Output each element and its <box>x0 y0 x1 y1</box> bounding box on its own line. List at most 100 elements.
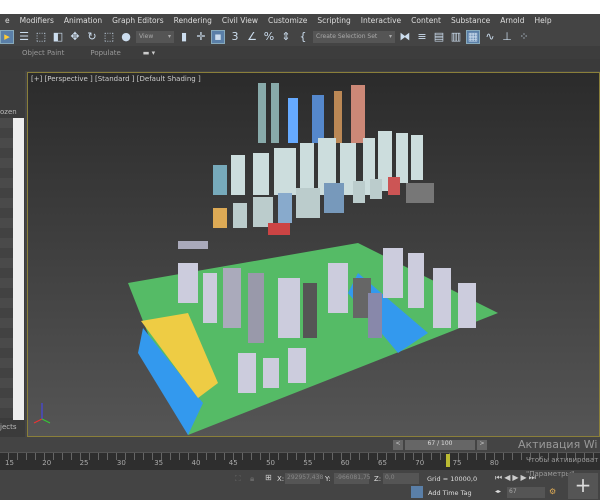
menu-arnold[interactable]: Arnold <box>495 16 529 25</box>
time-slider: < 67 / 100 > Активация Wi <box>0 437 600 452</box>
named-selection-icon[interactable]: { <box>296 30 310 44</box>
scene-explorer-icon[interactable]: ▤ <box>432 30 446 44</box>
frame-tick-label: 30 <box>116 459 126 467</box>
playback-controls: ⏮◀▶▶⏭ <box>495 473 538 483</box>
add-button[interactable]: + <box>568 473 598 499</box>
skyscraper-row-1 <box>258 83 365 143</box>
grid-size: Grid = 10000,0 <box>427 475 478 483</box>
frame-tick-label: 55 <box>303 459 313 467</box>
ribbon-toggle-icon[interactable]: ▦ <box>466 29 480 44</box>
place-icon[interactable]: ● <box>119 30 133 44</box>
frame-tick-label: 80 <box>489 459 499 467</box>
go-to-end-icon[interactable]: ⏭ <box>529 473 538 482</box>
menu-rendering[interactable]: Rendering <box>169 16 217 25</box>
perspective-viewport[interactable]: [+] [Perspective ] [Standard ] [Default … <box>27 72 600 437</box>
track-bar[interactable]: 15 20 25 30 35 40 45 50 55 60 65 70 75 80 Чтобы актив… <box>0 452 600 470</box>
menu-substance[interactable]: Substance <box>446 16 495 25</box>
menu-civil-view[interactable]: Civil View <box>217 16 263 25</box>
time-config-icon[interactable]: ⚙ <box>549 487 556 496</box>
play-icon[interactable]: ▶ <box>512 473 520 482</box>
menu-animation[interactable]: Animation <box>59 16 107 25</box>
ribbon-panel <box>0 59 600 71</box>
window-crossing-icon[interactable]: ◧ <box>51 30 65 44</box>
curve-editor-icon[interactable]: ∿ <box>483 30 497 44</box>
frame-tick-label: 70 <box>415 459 425 467</box>
dope-sheet-icon[interactable]: ⊥ <box>500 30 514 44</box>
time-tag-icon[interactable] <box>411 486 423 498</box>
reference-coord-dropdown[interactable]: View ▾ <box>136 30 174 43</box>
axis-gizmo-icon <box>33 403 51 424</box>
view-label: View <box>139 33 154 40</box>
rect-selection-icon[interactable]: ⬚ <box>34 30 48 44</box>
menu-interactive[interactable]: Interactive <box>356 16 406 25</box>
current-frame-marker[interactable] <box>446 454 450 467</box>
tab-populate[interactable]: Populate <box>90 49 120 57</box>
snap-toggle-icon[interactable]: 3 <box>228 30 242 44</box>
list-scrollbar[interactable] <box>13 118 24 420</box>
select-by-name-icon[interactable]: ☰ <box>17 30 31 44</box>
x-label: X: <box>277 475 285 483</box>
object-list[interactable] <box>0 118 13 418</box>
frame-tick-label: 40 <box>191 459 201 467</box>
spinner-snap-icon[interactable]: ⇕ <box>279 30 293 44</box>
scene-explorer: ozen jects <box>0 71 25 437</box>
align-icon[interactable]: ≡ <box>415 30 429 44</box>
rotate-icon[interactable]: ↻ <box>85 30 99 44</box>
add-time-tag-button[interactable]: Add Time Tag <box>428 489 472 497</box>
selection-set-label: Create Selection Set <box>316 33 378 40</box>
menu-help[interactable]: Help <box>530 16 557 25</box>
frame-tick-label: 50 <box>266 459 276 467</box>
ribbon: Object Paint Populate ▬ ▾ <box>0 46 600 59</box>
layer-explorer-icon[interactable]: ▥ <box>449 30 463 44</box>
frame-tick-label: 25 <box>79 459 89 467</box>
move-icon[interactable]: ✥ <box>68 30 82 44</box>
time-slider-thumb[interactable]: 67 / 100 <box>405 440 475 450</box>
menu-customize[interactable]: Customize <box>263 16 312 25</box>
frame-tick-label: 20 <box>42 459 52 467</box>
tab-object-paint[interactable]: Object Paint <box>22 49 64 57</box>
select-manipulate-icon[interactable]: ✛ <box>194 30 208 44</box>
activation-watermark-line1: Чтобы активироват <box>526 456 599 464</box>
frame-tick-label: 60 <box>340 459 350 467</box>
current-frame-field[interactable]: 67 <box>507 487 545 498</box>
main-toolbar: ▸ ☰ ⬚ ◧ ✥ ↻ ⬚ ● View ▾ ▮ ✛ ▪ 3 ∠ % ⇕ { Cr… <box>0 27 600 46</box>
z-label: Z: <box>374 475 382 483</box>
lock-icon[interactable]: 🔒︎ <box>250 474 254 484</box>
percent-snap-icon[interactable]: % <box>262 30 276 44</box>
key-mode-icon[interactable]: ◂▸ <box>495 488 501 495</box>
schematic-view-icon[interactable]: ⁘ <box>517 30 531 44</box>
menu-item[interactable]: e <box>0 16 15 25</box>
column-header-frozen[interactable]: ozen <box>0 108 17 116</box>
next-key-icon[interactable]: ▶ <box>521 473 529 482</box>
frame-tick-label: 65 <box>378 459 387 467</box>
menu-content[interactable]: Content <box>406 16 446 25</box>
menu-modifiers[interactable]: Modifiers <box>15 16 59 25</box>
status-bar: "Параметры". ⛶ 🔒︎ ⊞ X: 292957,438 Y: -96… <box>0 470 600 500</box>
top-strip <box>0 0 600 14</box>
frame-tick-label: 75 <box>452 459 462 467</box>
isolate-icon[interactable]: ⛶ <box>235 474 241 484</box>
ribbon-options-icon[interactable]: ▬ ▾ <box>143 49 155 57</box>
y-coordinate-field[interactable]: -966081,75 <box>334 473 371 484</box>
prev-frame-button[interactable]: < <box>393 440 403 450</box>
keyboard-shortcut-icon[interactable]: ▪ <box>211 29 225 44</box>
select-icon[interactable]: ▸ <box>0 29 14 44</box>
angle-snap-icon[interactable]: ∠ <box>245 30 259 44</box>
menu-scripting[interactable]: Scripting <box>312 16 355 25</box>
mirror-icon[interactable]: ⧓ <box>398 30 412 44</box>
pivot-icon[interactable]: ▮ <box>177 30 191 44</box>
frame-tick-label: 15 <box>5 459 14 467</box>
activation-watermark-title: Активация Wi <box>518 438 598 451</box>
absolute-mode-icon[interactable]: ⊞ <box>265 473 272 482</box>
x-coordinate-field[interactable]: 292957,438 <box>285 473 323 484</box>
z-coordinate-field[interactable]: 0,0 <box>383 473 419 484</box>
selection-set-dropdown[interactable]: Create Selection Set ▾ <box>313 30 395 43</box>
frame-tick-label: 35 <box>154 459 164 467</box>
scale-icon[interactable]: ⬚ <box>102 30 116 44</box>
footer-label: jects <box>0 423 17 431</box>
frame-tick-label: 45 <box>228 459 238 467</box>
next-frame-button[interactable]: > <box>477 440 487 450</box>
menu-graph-editors[interactable]: Graph Editors <box>107 16 169 25</box>
y-label: Y: <box>325 475 331 483</box>
go-to-start-icon[interactable]: ⏮ <box>495 473 504 482</box>
